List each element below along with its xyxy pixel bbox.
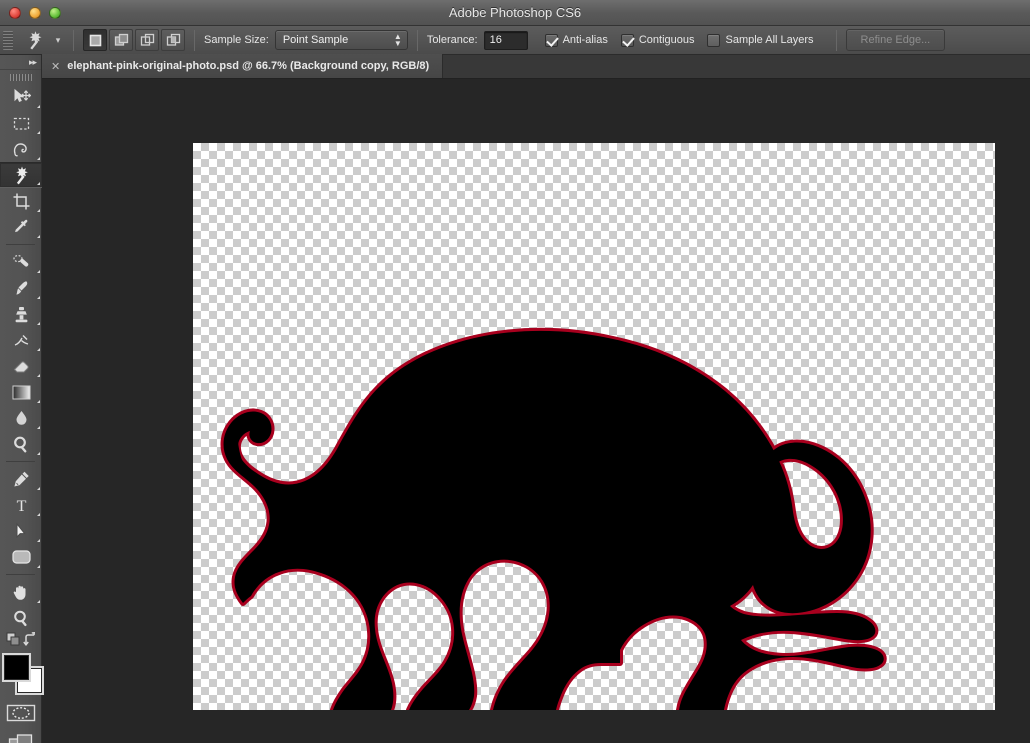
horizontal-type-tool[interactable]: T [0,492,42,518]
flyout-indicator-icon [37,209,40,212]
close-icon[interactable]: ✕ [51,60,60,73]
document-tab[interactable]: ✕ elephant-pink-original-photo.psd @ 66.… [42,54,444,78]
foreground-color-swatch[interactable] [4,655,29,680]
flyout-indicator-icon [37,157,40,160]
sample-size-select[interactable]: Point Sample ▲ ▼ [274,30,408,50]
path-selection-tool[interactable] [0,518,42,544]
tools-panel-grip[interactable] [0,70,41,84]
quick-mask-button[interactable] [0,698,42,728]
divider [194,29,195,51]
selection-mode-group [83,29,185,51]
stepper-arrows-icon: ▲ ▼ [393,32,402,48]
contiguous-label: Contiguous [638,34,695,46]
flyout-indicator-icon [37,452,40,455]
tolerance-input[interactable]: 16 [483,30,528,50]
tolerance-value: 16 [489,34,502,46]
divider [416,29,418,51]
sample-all-layers-label: Sample All Layers [725,34,814,46]
zoom-tool[interactable] [0,605,42,631]
flyout-indicator-icon [37,182,40,185]
tolerance-label: Tolerance: [426,34,478,46]
eraser-tool[interactable] [0,353,42,379]
zoom-button[interactable] [49,6,61,19]
new-selection-icon[interactable] [83,29,107,51]
gradient-tool[interactable] [0,379,42,405]
flyout-indicator-icon [37,565,40,568]
eyedropper-tool[interactable] [0,214,42,240]
divider [6,461,35,462]
refine-edge-button[interactable]: Refine Edge... [845,29,946,51]
divider [73,29,74,51]
document-tab-label: elephant-pink-original-photo.psd @ 66.7%… [67,60,430,72]
tools-panel: ▸▸ T [0,55,42,743]
flyout-indicator-icon [37,105,40,108]
options-bar-grip[interactable] [3,30,13,50]
minimize-button[interactable] [29,6,41,19]
tool-options-bar: ▾ Sample Size: Point Sample ▲ ▼ Tolerance… [0,26,1030,55]
refine-edge-label: Refine Edge... [860,34,931,46]
flyout-indicator-icon [37,400,40,403]
sample-all-layers-checkbox[interactable] [707,33,721,47]
magic-wand-tool[interactable] [0,162,42,188]
swap-colors-icon[interactable] [23,631,37,651]
intersect-selection-icon[interactable] [161,29,185,51]
move-tool[interactable] [0,84,42,110]
photoshop-window: Adobe Photoshop CS6 ▾ Sample Size: Point… [0,0,1030,743]
crop-tool[interactable] [0,188,42,214]
flyout-indicator-icon [37,348,40,351]
rectangular-marquee-tool[interactable] [0,110,42,136]
tool-preset-caret-icon[interactable]: ▾ [52,35,64,46]
pen-tool[interactable] [0,466,42,492]
document-canvas[interactable] [193,143,995,710]
canvas-work-area[interactable] [42,79,1030,743]
subtract-selection-icon[interactable] [135,29,159,51]
flyout-indicator-icon [37,600,40,603]
flyout-indicator-icon [37,426,40,429]
contiguous-checkbox-row[interactable]: Contiguous [620,33,695,47]
flyout-indicator-icon [37,374,40,377]
flyout-indicator-icon [37,487,40,490]
color-swatches [0,652,42,698]
screen-mode-button[interactable] [0,728,42,743]
window-controls [0,6,61,19]
contiguous-checkbox[interactable] [620,33,634,47]
dodge-tool[interactable] [0,431,42,457]
default-colors-icon[interactable] [6,632,21,652]
anti-alias-label: Anti-alias [562,34,608,46]
history-brush-tool[interactable] [0,327,42,353]
flyout-indicator-icon [37,131,40,134]
flyout-indicator-icon [37,235,40,238]
clone-stamp-tool[interactable] [0,301,42,327]
sample-all-layers-checkbox-row[interactable]: Sample All Layers [707,33,814,47]
divider [835,29,837,51]
collapse-panel-icon[interactable]: ▸▸ [0,55,41,70]
svg-text:T: T [16,498,26,515]
flyout-indicator-icon [37,296,40,299]
anti-alias-checkbox[interactable] [544,33,558,47]
color-utility-row [0,631,42,649]
rounded-rectangle-tool[interactable] [0,544,42,570]
magic-wand-icon[interactable] [20,28,50,52]
elephant-silhouette [220,327,887,710]
close-button[interactable] [9,6,21,19]
flyout-indicator-icon [37,539,40,542]
flyout-indicator-icon [37,270,40,273]
add-selection-icon[interactable] [109,29,133,51]
anti-alias-checkbox-row[interactable]: Anti-alias [544,33,608,47]
lasso-tool[interactable] [0,136,42,162]
document-tab-bar: ✕ elephant-pink-original-photo.psd @ 66.… [42,54,1030,79]
flyout-indicator-icon [37,322,40,325]
sample-size-value: Point Sample [282,34,349,46]
sample-size-label: Sample Size: [204,34,269,46]
divider [6,574,35,575]
flyout-indicator-icon [37,513,40,516]
spot-healing-brush-tool[interactable] [0,249,42,275]
window-titlebar: Adobe Photoshop CS6 [0,0,1030,26]
divider [6,244,35,245]
blur-tool[interactable] [0,405,42,431]
hand-tool[interactable] [0,579,42,605]
brush-tool[interactable] [0,275,42,301]
window-title: Adobe Photoshop CS6 [448,5,582,20]
